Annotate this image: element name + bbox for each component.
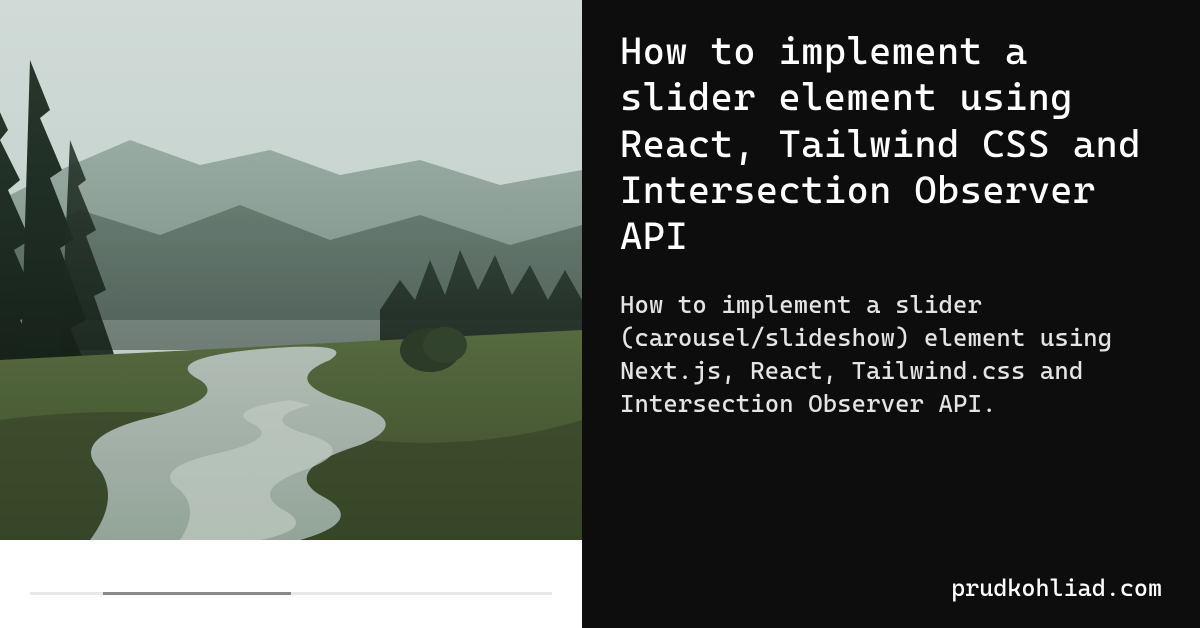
- article-description: How to implement a slider (carousel/slid…: [620, 288, 1162, 420]
- content-panel: How to implement a slider element using …: [582, 0, 1200, 628]
- site-domain: prudkohliad.com: [620, 574, 1162, 602]
- progress-fill: [103, 592, 291, 595]
- article-title: How to implement a slider element using …: [620, 28, 1162, 260]
- hero-image: [0, 0, 582, 540]
- progress-track[interactable]: [30, 592, 552, 595]
- image-panel: [0, 0, 582, 628]
